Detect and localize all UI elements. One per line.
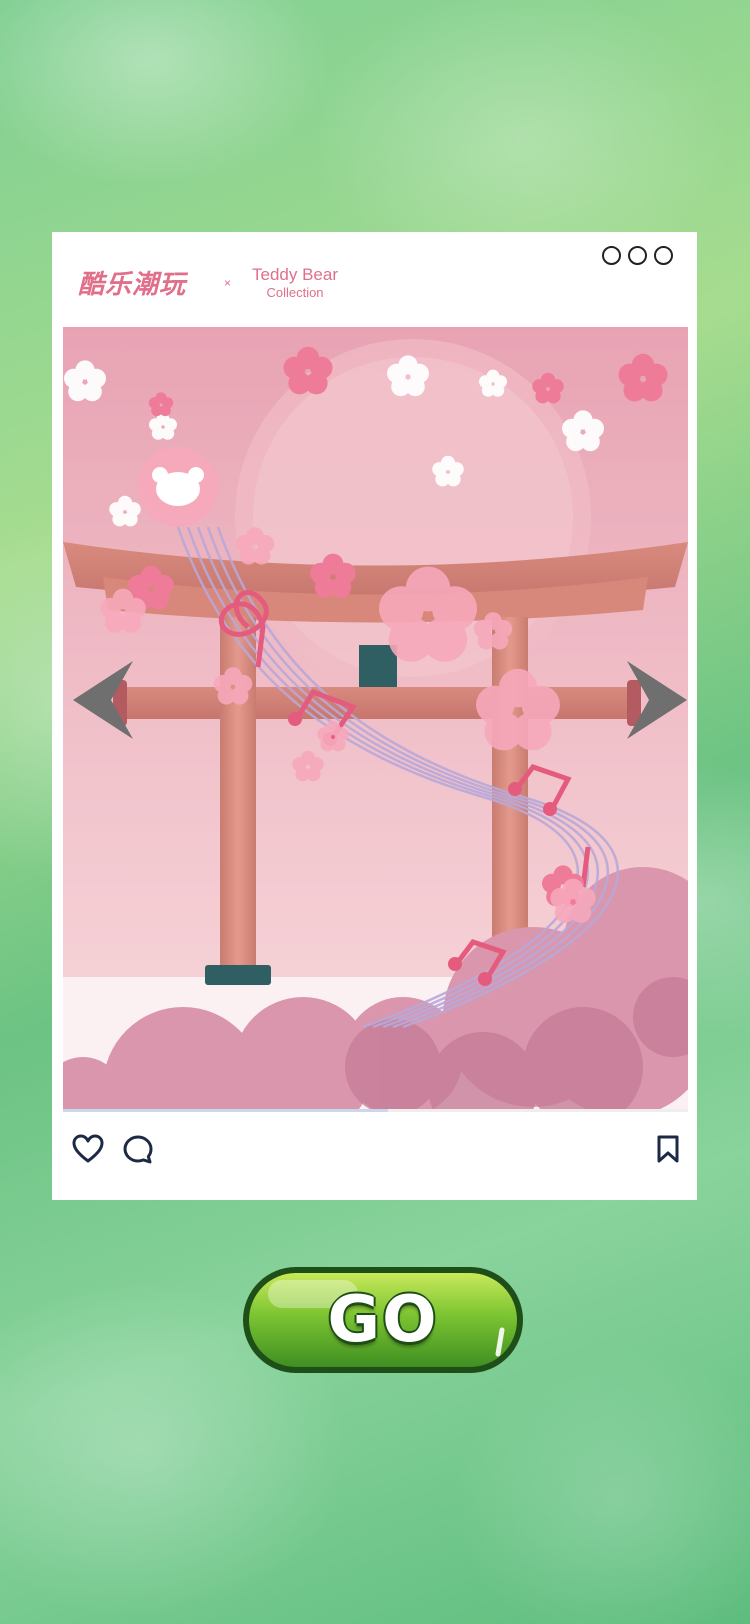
more-dots-icon[interactable] <box>602 246 673 265</box>
brand-en-title: Teddy Bear <box>252 265 338 284</box>
brand-logo-en: Teddy Bear Collection <box>240 266 350 302</box>
dot <box>602 246 621 265</box>
brand-en-subtitle: Collection <box>266 285 324 300</box>
card-header: 酷乐潮玩 × Teddy Bear Collection <box>52 232 697 327</box>
dot <box>654 246 673 265</box>
post-card: 酷乐潮玩 × Teddy Bear Collection <box>52 232 697 1200</box>
action-bar <box>52 1112 697 1200</box>
brand-separator: × <box>224 276 232 290</box>
bookmark-icon[interactable] <box>656 1134 680 1169</box>
go-button[interactable]: GO <box>240 1264 526 1376</box>
comment-icon[interactable] <box>122 1134 154 1171</box>
go-button-label: GO <box>327 1283 439 1357</box>
post-image <box>63 327 688 1109</box>
chevron-left-icon[interactable] <box>65 655 135 745</box>
chevron-right-icon[interactable] <box>625 655 695 745</box>
heart-icon[interactable] <box>72 1134 104 1169</box>
dot <box>628 246 647 265</box>
app-screen: { "header": { "brand_cn": "酷乐潮玩", "brand… <box>0 0 750 1624</box>
brand-logo-cn: 酷乐潮玩 <box>78 270 187 300</box>
